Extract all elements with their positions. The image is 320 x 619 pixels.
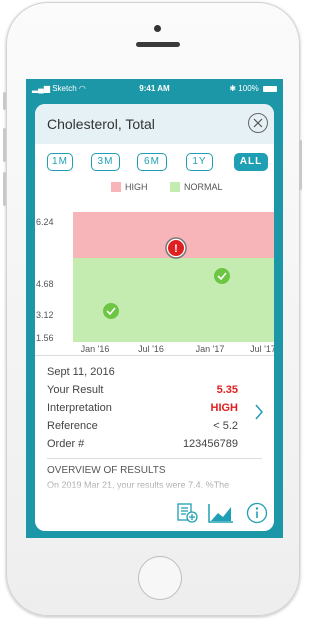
- volume-up-button: [3, 128, 6, 162]
- detail-label: Your Result: [47, 384, 104, 396]
- close-icon[interactable]: [248, 113, 268, 133]
- results-chart: 6.24 4.68 3.12 1.56 Jan '16 Jul '16 Jan '17 Jul…: [36, 212, 274, 354]
- status-bar: ▂▄▆ Sketch ◠ 9:41 AM ✱ 100%: [26, 79, 283, 99]
- speaker: [136, 42, 180, 47]
- detail-value: 5.35: [216, 384, 238, 396]
- card-title: Cholesterol, Total: [47, 116, 155, 132]
- range-1m[interactable]: 1M: [47, 153, 73, 171]
- range-6m[interactable]: 6M: [137, 153, 167, 171]
- range-3m[interactable]: 3M: [91, 153, 120, 171]
- detail-value: HIGH: [210, 402, 239, 414]
- detail-value: < 5.2: [213, 420, 238, 432]
- data-point-normal: [103, 303, 119, 319]
- home-button[interactable]: [138, 556, 182, 600]
- chart-icon[interactable]: [208, 503, 234, 523]
- x-tick-label: Jan '16: [81, 344, 110, 354]
- camera: [154, 25, 161, 32]
- divider: [35, 355, 274, 356]
- legend-swatch-high: [111, 182, 121, 192]
- power-button: [299, 140, 302, 190]
- divider: [47, 458, 262, 459]
- x-tick-label: Jul '17: [250, 344, 274, 354]
- detail-row-reference: Reference < 5.2: [47, 420, 238, 436]
- x-tick-label: Jul '16: [138, 344, 164, 354]
- data-point-normal: [214, 268, 230, 284]
- battery-label: 100%: [238, 84, 259, 93]
- detail-date-row: Sept 11, 2016: [47, 366, 238, 382]
- legend-swatch-normal: [170, 182, 180, 192]
- card-header: Cholesterol, Total: [35, 104, 274, 144]
- mute-switch: [3, 92, 6, 110]
- range-all[interactable]: ALL: [234, 153, 268, 171]
- x-tick-label: Jan '17: [196, 344, 225, 354]
- battery-icon: [263, 85, 277, 92]
- range-selector: 1M 3M 6M 1Y ALL: [47, 153, 272, 173]
- y-tick-label: 6.24: [36, 217, 54, 227]
- chart-legend: HIGH NORMAL: [35, 180, 274, 194]
- range-1y[interactable]: 1Y: [186, 153, 213, 171]
- detail-row-interpretation: Interpretation HIGH: [47, 402, 238, 418]
- info-icon[interactable]: [246, 502, 268, 524]
- chevron-right-icon[interactable]: [254, 403, 264, 421]
- y-tick-label: 3.12: [36, 310, 54, 320]
- add-document-icon[interactable]: [176, 502, 198, 524]
- alert-icon: !: [174, 243, 178, 255]
- overview-heading: OVERVIEW OF RESULTS: [47, 465, 166, 476]
- legend-label-high: HIGH: [125, 182, 148, 192]
- legend-label-normal: NORMAL: [184, 182, 223, 192]
- overview-fade: [35, 484, 274, 494]
- detail-value: 123456789: [182, 438, 238, 450]
- bottom-toolbar: [35, 498, 274, 528]
- result-date: Sept 11, 2016: [47, 366, 115, 378]
- volume-down-button: [3, 172, 6, 206]
- detail-label: Order #: [47, 438, 85, 450]
- screen: ▂▄▆ Sketch ◠ 9:41 AM ✱ 100% Cholesterol,…: [26, 79, 283, 538]
- y-tick-label: 1.56: [36, 333, 54, 343]
- detail-row-result: Your Result 5.35: [47, 384, 238, 400]
- detail-row-order: Order # 123456789: [47, 438, 238, 454]
- detail-label: Interpretation: [47, 402, 112, 414]
- result-card: Cholesterol, Total 1M 3M 6M 1Y ALL HIGH …: [35, 104, 274, 531]
- detail-label: Reference: [47, 420, 98, 432]
- y-tick-label: 4.68: [36, 279, 54, 289]
- normal-band: [73, 258, 274, 342]
- bluetooth-icon: ✱: [229, 84, 237, 93]
- battery: ✱ 100%: [229, 84, 277, 93]
